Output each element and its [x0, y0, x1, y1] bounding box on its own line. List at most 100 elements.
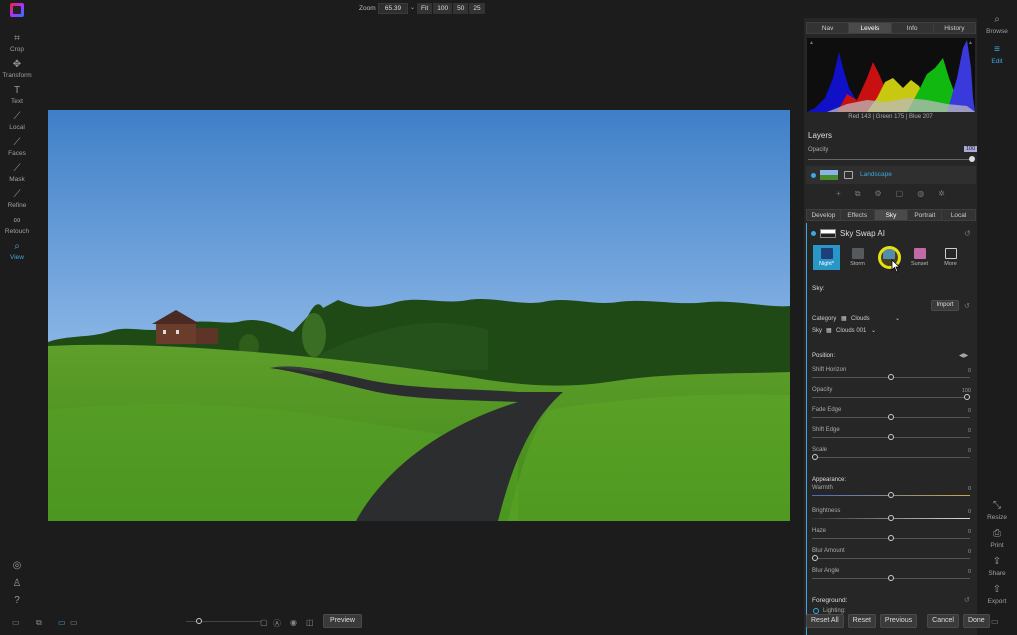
nav-resize[interactable]: ⤡ Resize [977, 500, 1017, 521]
merge-layer-icon[interactable]: ▢ [896, 189, 904, 199]
tab-history[interactable]: History [934, 23, 975, 33]
tab-local[interactable]: Local [942, 210, 975, 220]
highlight-clip-icon[interactable]: ▲ [968, 40, 973, 46]
zoom-100-button[interactable]: 100 [433, 3, 453, 14]
reset-button[interactable]: Reset [847, 614, 876, 628]
layer-mask-icon[interactable] [844, 171, 853, 179]
compare-icon[interactable]: ⧉ [36, 618, 42, 628]
shadow-clip-icon[interactable]: ▲ [809, 40, 814, 46]
shift-edge-slider-thumb[interactable] [888, 434, 894, 440]
brightness-slider-thumb[interactable] [888, 515, 894, 521]
delete-layer-icon[interactable]: ◍ [917, 189, 924, 199]
help-icon[interactable]: ? [0, 595, 34, 608]
reset-all-button[interactable]: Reset All [806, 614, 844, 628]
scale-slider[interactable] [812, 457, 970, 458]
opacity-value[interactable]: 100 [957, 388, 971, 394]
tool-refine[interactable]: ⟋ Refine [0, 189, 34, 209]
blur-amount-slider[interactable] [812, 558, 970, 559]
auto-icon[interactable]: Ⓐ [273, 618, 281, 628]
cancel-button[interactable]: Cancel [927, 614, 959, 628]
brightness-value[interactable]: 0 [957, 509, 971, 515]
layer-opacity-value[interactable]: 100 [964, 146, 978, 152]
panel-collapse-icon[interactable]: ▭ [991, 617, 999, 626]
add-layer-icon[interactable]: + [836, 189, 841, 199]
tab-develop[interactable]: Develop [807, 210, 841, 220]
layers-toggle-icon[interactable]: ◎ [0, 560, 34, 573]
sky-preset-night[interactable]: Night* [813, 245, 840, 270]
layer-visible-indicator[interactable] [811, 173, 816, 178]
user-icon[interactable]: ♙ [0, 578, 34, 591]
tab-portrait[interactable]: Portrait [908, 210, 943, 220]
fit-frame-icon[interactable]: ▢ [260, 618, 268, 628]
sky-preset-storm[interactable]: Storm [844, 245, 871, 270]
tool-crop[interactable]: ⌗ Crop [0, 33, 34, 53]
sky-reset-icon[interactable]: ↺ [964, 229, 971, 238]
category-chevron-icon[interactable]: ⌄ [895, 315, 900, 322]
warmth-value[interactable]: 0 [957, 486, 971, 492]
sky-swap-enable-toggle[interactable] [811, 231, 816, 236]
tab-info[interactable]: Info [892, 23, 934, 33]
tab-levels[interactable]: Levels [849, 23, 892, 33]
layer-opacity-slider[interactable] [808, 159, 972, 160]
tool-transform[interactable]: ✥ Transform [0, 59, 34, 79]
sky-section-reset-icon[interactable]: ↺ [964, 302, 970, 310]
tool-retouch[interactable]: ∞ Retouch [0, 215, 34, 235]
opacity-slider-thumb[interactable] [964, 394, 970, 400]
blur-amount-value[interactable]: 0 [957, 549, 971, 555]
warmth-slider-thumb[interactable] [888, 492, 894, 498]
zoom-fit-button[interactable]: Fit [417, 3, 433, 14]
zoom-25-button[interactable]: 25 [469, 3, 485, 14]
scale-slider-thumb[interactable] [812, 454, 818, 460]
done-button[interactable]: Done [962, 614, 990, 628]
flip-horizontal-icon[interactable]: ◀▶ [959, 352, 968, 359]
single-view-icon[interactable]: ▭ [58, 618, 66, 628]
blur-angle-slider-thumb[interactable] [888, 575, 894, 581]
foreground-reset-icon[interactable]: ↺ [964, 596, 970, 604]
haze-slider-thumb[interactable] [888, 535, 894, 541]
sky-dropdown[interactable]: Clouds 001 [836, 328, 866, 334]
nav-share[interactable]: ⇪ Share [977, 556, 1017, 577]
duplicate-layer-icon[interactable]: ⧉ [855, 189, 861, 199]
zoom-dropdown-chevron-icon[interactable]: ⌄ [408, 3, 417, 14]
sky-preset-sunset[interactable]: Sunset [906, 245, 933, 270]
layer-opacity-thumb[interactable] [969, 156, 975, 162]
split-view-icon[interactable]: ▭ [70, 618, 78, 628]
nav-export[interactable]: ⇧ Export [977, 584, 1017, 605]
opacity-slider[interactable] [812, 397, 970, 398]
zoom-input[interactable]: 65.39 [378, 3, 408, 14]
tool-text[interactable]: T Text [0, 85, 34, 105]
fade-edge-value[interactable]: 0 [957, 408, 971, 414]
fade-edge-slider-thumb[interactable] [888, 414, 894, 420]
layer-mask-tool-icon[interactable]: ⚙ [874, 189, 881, 199]
shift-horizon-slider-thumb[interactable] [888, 374, 894, 380]
photo-canvas[interactable] [48, 110, 790, 521]
tool-local[interactable]: ⟋ Local [0, 111, 34, 131]
sky-preset-more[interactable]: More [937, 245, 964, 270]
nav-edit[interactable]: ≡ Edit [977, 44, 1017, 65]
category-dropdown[interactable]: Clouds [851, 316, 870, 322]
tab-sky[interactable]: Sky [874, 210, 909, 220]
preview-button[interactable]: Preview [323, 614, 362, 628]
previous-button[interactable]: Previous [879, 614, 918, 628]
layer-row[interactable]: Landscape [806, 166, 976, 184]
blur-amount-slider-thumb[interactable] [812, 555, 818, 561]
tab-nav[interactable]: Nav [807, 23, 850, 33]
brush-size-slider-thumb[interactable] [196, 618, 202, 624]
scale-value[interactable]: 0 [957, 448, 971, 454]
tab-effects[interactable]: Effects [841, 210, 875, 220]
haze-value[interactable]: 0 [957, 529, 971, 535]
import-sky-button[interactable]: Import [931, 300, 959, 311]
mask-view-icon[interactable]: ◉ [290, 618, 297, 628]
shift-horizon-value[interactable]: 0 [957, 368, 971, 374]
shift-edge-value[interactable]: 0 [957, 428, 971, 434]
sky-chevron-icon[interactable]: ⌄ [871, 327, 876, 334]
nav-browse[interactable]: ⌕ Browse [977, 14, 1017, 35]
tool-view[interactable]: ⌕ View [0, 241, 34, 261]
tool-faces[interactable]: ⟋ Faces [0, 137, 34, 157]
zoom-50-button[interactable]: 50 [453, 3, 469, 14]
blur-angle-value[interactable]: 0 [957, 569, 971, 575]
nav-print[interactable]: ⎙ Print [977, 528, 1017, 549]
tool-mask[interactable]: ⟋ Mask [0, 163, 34, 183]
reveal-icon[interactable]: ◫ [306, 618, 314, 628]
panel-toggle-icon[interactable]: ▭ [12, 618, 20, 628]
